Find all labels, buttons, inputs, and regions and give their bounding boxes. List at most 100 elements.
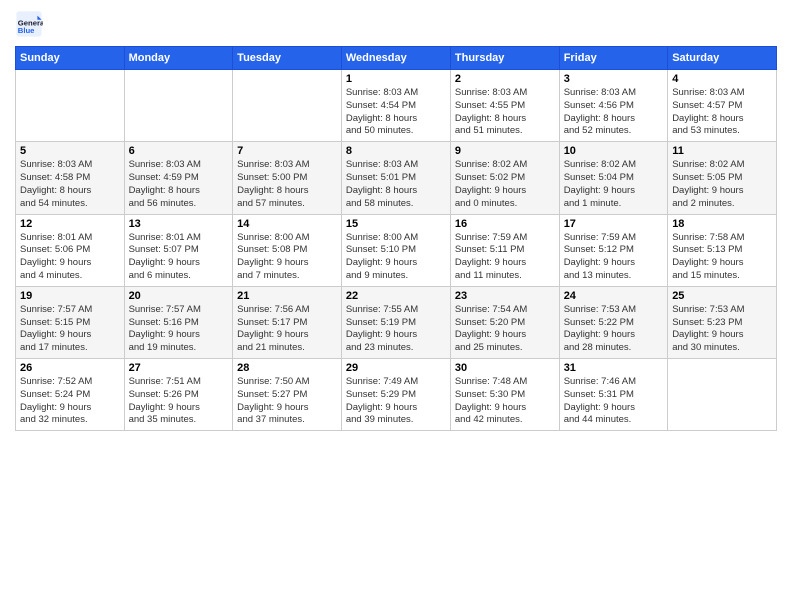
calendar-cell: 29 Sunrise: 7:49 AM Sunset: 5:29 PM Dayli…	[341, 359, 450, 431]
week-row-1: 1 Sunrise: 8:03 AM Sunset: 4:54 PM Daylig…	[16, 70, 777, 142]
calendar-cell: 23 Sunrise: 7:54 AM Sunset: 5:20 PM Dayli…	[450, 286, 559, 358]
calendar-cell	[124, 70, 233, 142]
day-number: 17	[564, 218, 664, 230]
day-number: 21	[237, 290, 337, 302]
day-info: Sunrise: 7:57 AM Sunset: 5:15 PM Dayligh…	[20, 304, 120, 355]
day-number: 25	[672, 290, 772, 302]
day-info: Sunrise: 7:49 AM Sunset: 5:29 PM Dayligh…	[346, 376, 446, 427]
day-number: 5	[20, 145, 120, 157]
weekday-header-sunday: Sunday	[16, 47, 125, 70]
day-info: Sunrise: 7:55 AM Sunset: 5:19 PM Dayligh…	[346, 304, 446, 355]
day-number: 22	[346, 290, 446, 302]
calendar-cell: 24Sunrise: 7:53 AM Sunset: 5:22 PM Dayli…	[559, 286, 668, 358]
day-number: 18	[672, 218, 772, 230]
day-info: Sunrise: 7:53 AM Sunset: 5:23 PM Dayligh…	[672, 304, 772, 355]
week-row-4: 19Sunrise: 7:57 AM Sunset: 5:15 PM Dayli…	[16, 286, 777, 358]
day-number: 30	[455, 362, 555, 374]
day-info: Sunrise: 8:03 AM Sunset: 5:00 PM Dayligh…	[237, 159, 337, 210]
weekday-header-monday: Monday	[124, 47, 233, 70]
calendar-cell: 2Sunrise: 8:03 AM Sunset: 4:55 PM Daylig…	[450, 70, 559, 142]
day-number: 27	[129, 362, 229, 374]
day-number: 8	[346, 145, 446, 157]
day-number: 29	[346, 362, 446, 374]
header: General Blue	[15, 10, 777, 38]
day-info: Sunrise: 8:02 AM Sunset: 5:04 PM Dayligh…	[564, 159, 664, 210]
calendar-cell: 22 Sunrise: 7:55 AM Sunset: 5:19 PM Dayli…	[341, 286, 450, 358]
weekday-header-friday: Friday	[559, 47, 668, 70]
logo: General Blue	[15, 10, 47, 38]
calendar-cell: 11 Sunrise: 8:02 AM Sunset: 5:05 PM Dayli…	[668, 142, 777, 214]
day-info: Sunrise: 7:58 AM Sunset: 5:13 PM Dayligh…	[672, 232, 772, 283]
calendar-cell: 26 Sunrise: 7:52 AM Sunset: 5:24 PM Dayli…	[16, 359, 125, 431]
weekday-header-thursday: Thursday	[450, 47, 559, 70]
day-number: 20	[129, 290, 229, 302]
day-info: Sunrise: 7:50 AM Sunset: 5:27 PM Dayligh…	[237, 376, 337, 427]
week-row-5: 26 Sunrise: 7:52 AM Sunset: 5:24 PM Dayli…	[16, 359, 777, 431]
calendar-cell: 17 Sunrise: 7:59 AM Sunset: 5:12 PM Dayli…	[559, 214, 668, 286]
calendar-cell: 12Sunrise: 8:01 AM Sunset: 5:06 PM Dayli…	[16, 214, 125, 286]
day-number: 1	[346, 73, 446, 85]
weekday-header-wednesday: Wednesday	[341, 47, 450, 70]
day-info: Sunrise: 7:57 AM Sunset: 5:16 PM Dayligh…	[129, 304, 229, 355]
logo-icon: General Blue	[15, 10, 43, 38]
calendar-cell: 4 Sunrise: 8:03 AM Sunset: 4:57 PM Daylig…	[668, 70, 777, 142]
day-info: Sunrise: 8:03 AM Sunset: 4:57 PM Dayligh…	[672, 87, 772, 138]
calendar-cell	[16, 70, 125, 142]
weekday-header-row: SundayMondayTuesdayWednesdayThursdayFrid…	[16, 47, 777, 70]
day-number: 13	[129, 218, 229, 230]
day-number: 11	[672, 145, 772, 157]
week-row-2: 5 Sunrise: 8:03 AM Sunset: 4:58 PM Daylig…	[16, 142, 777, 214]
day-number: 28	[237, 362, 337, 374]
calendar-cell: 25 Sunrise: 7:53 AM Sunset: 5:23 PM Dayli…	[668, 286, 777, 358]
calendar-cell: 10 Sunrise: 8:02 AM Sunset: 5:04 PM Dayli…	[559, 142, 668, 214]
calendar-cell: 8 Sunrise: 8:03 AM Sunset: 5:01 PM Daylig…	[341, 142, 450, 214]
calendar-cell: 18 Sunrise: 7:58 AM Sunset: 5:13 PM Dayli…	[668, 214, 777, 286]
calendar-cell: 5 Sunrise: 8:03 AM Sunset: 4:58 PM Daylig…	[16, 142, 125, 214]
day-info: Sunrise: 8:03 AM Sunset: 5:01 PM Dayligh…	[346, 159, 446, 210]
week-row-3: 12Sunrise: 8:01 AM Sunset: 5:06 PM Dayli…	[16, 214, 777, 286]
day-info: Sunrise: 8:00 AM Sunset: 5:08 PM Dayligh…	[237, 232, 337, 283]
calendar-cell	[668, 359, 777, 431]
day-number: 14	[237, 218, 337, 230]
page-container: General Blue SundayMondayTuesdayWednesda…	[0, 0, 792, 436]
day-info: Sunrise: 7:59 AM Sunset: 5:12 PM Dayligh…	[564, 232, 664, 283]
calendar-cell: 27 Sunrise: 7:51 AM Sunset: 5:26 PM Dayli…	[124, 359, 233, 431]
day-info: Sunrise: 7:54 AM Sunset: 5:20 PM Dayligh…	[455, 304, 555, 355]
day-info: Sunrise: 8:03 AM Sunset: 4:54 PM Dayligh…	[346, 87, 446, 138]
calendar-cell: 7 Sunrise: 8:03 AM Sunset: 5:00 PM Daylig…	[233, 142, 342, 214]
day-number: 26	[20, 362, 120, 374]
day-info: Sunrise: 7:46 AM Sunset: 5:31 PM Dayligh…	[564, 376, 664, 427]
calendar-cell	[233, 70, 342, 142]
day-info: Sunrise: 8:03 AM Sunset: 4:59 PM Dayligh…	[129, 159, 229, 210]
day-number: 7	[237, 145, 337, 157]
day-info: Sunrise: 7:51 AM Sunset: 5:26 PM Dayligh…	[129, 376, 229, 427]
day-info: Sunrise: 7:52 AM Sunset: 5:24 PM Dayligh…	[20, 376, 120, 427]
day-number: 4	[672, 73, 772, 85]
day-number: 10	[564, 145, 664, 157]
calendar-cell: 16Sunrise: 7:59 AM Sunset: 5:11 PM Dayli…	[450, 214, 559, 286]
day-info: Sunrise: 8:02 AM Sunset: 5:02 PM Dayligh…	[455, 159, 555, 210]
calendar-cell: 6 Sunrise: 8:03 AM Sunset: 4:59 PM Daylig…	[124, 142, 233, 214]
day-number: 23	[455, 290, 555, 302]
day-number: 9	[455, 145, 555, 157]
calendar-cell: 15 Sunrise: 8:00 AM Sunset: 5:10 PM Dayli…	[341, 214, 450, 286]
calendar-cell: 14 Sunrise: 8:00 AM Sunset: 5:08 PM Dayli…	[233, 214, 342, 286]
day-info: Sunrise: 8:00 AM Sunset: 5:10 PM Dayligh…	[346, 232, 446, 283]
day-info: Sunrise: 8:02 AM Sunset: 5:05 PM Dayligh…	[672, 159, 772, 210]
weekday-header-saturday: Saturday	[668, 47, 777, 70]
day-number: 6	[129, 145, 229, 157]
calendar-cell: 9 Sunrise: 8:02 AM Sunset: 5:02 PM Daylig…	[450, 142, 559, 214]
day-number: 12	[20, 218, 120, 230]
svg-text:Blue: Blue	[18, 26, 35, 35]
calendar-cell: 28 Sunrise: 7:50 AM Sunset: 5:27 PM Dayli…	[233, 359, 342, 431]
day-info: Sunrise: 7:56 AM Sunset: 5:17 PM Dayligh…	[237, 304, 337, 355]
calendar: SundayMondayTuesdayWednesdayThursdayFrid…	[15, 46, 777, 431]
calendar-cell: 30Sunrise: 7:48 AM Sunset: 5:30 PM Dayli…	[450, 359, 559, 431]
calendar-cell: 13Sunrise: 8:01 AM Sunset: 5:07 PM Dayli…	[124, 214, 233, 286]
day-number: 31	[564, 362, 664, 374]
calendar-cell: 3Sunrise: 8:03 AM Sunset: 4:56 PM Daylig…	[559, 70, 668, 142]
calendar-cell: 19Sunrise: 7:57 AM Sunset: 5:15 PM Dayli…	[16, 286, 125, 358]
day-info: Sunrise: 8:03 AM Sunset: 4:58 PM Dayligh…	[20, 159, 120, 210]
day-number: 15	[346, 218, 446, 230]
day-number: 2	[455, 73, 555, 85]
